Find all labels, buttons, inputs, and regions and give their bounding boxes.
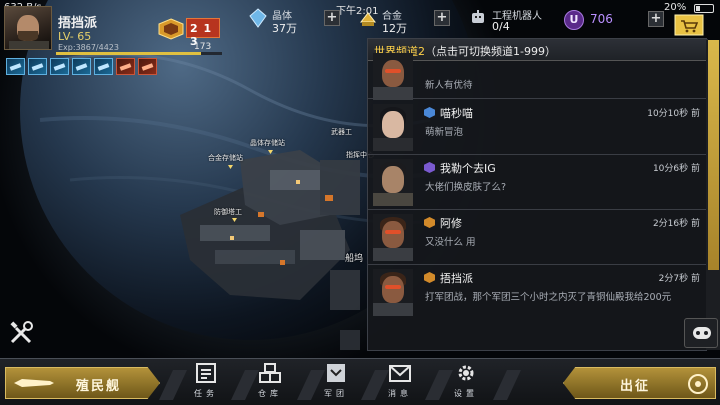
mail-icon <box>389 365 411 382</box>
scroll-thumb[interactable] <box>708 40 719 270</box>
rank-badge-icon <box>158 18 184 40</box>
player-avatar[interactable] <box>4 6 52 50</box>
nav-legion-label: 军团 <box>324 389 348 398</box>
robot-icon <box>472 10 484 23</box>
robot-resource: 工程机器人 0/4 <box>468 4 558 34</box>
sender-avatar[interactable] <box>373 159 413 206</box>
rank-icon <box>424 107 435 118</box>
legion-icon <box>327 364 345 382</box>
alloy-value: 12万 <box>382 22 407 35</box>
sender-name: 喵秒喵 <box>440 107 473 120</box>
message-text: 新人有优待 <box>425 80 473 91</box>
message-text: 大佬们换皮肤了么? <box>425 182 507 193</box>
deploy-button[interactable]: 出征 <box>563 367 716 399</box>
player-exp: Exp:3867/4423 <box>58 43 119 52</box>
crystal-resource: 晶体 37万 <box>248 4 328 35</box>
shop-cart-icon[interactable] <box>674 14 704 36</box>
crystal-icon <box>249 8 267 28</box>
message-time: 2分16秒 前 <box>652 219 700 229</box>
alloy-resource: 合金 12万 <box>358 4 438 35</box>
chat-message[interactable]: 喵秒喵 10分10秒 前 萌新冒泡 <box>368 100 708 155</box>
nav-task[interactable]: 任务 <box>176 360 236 404</box>
chat-scrollbar[interactable] <box>706 40 720 350</box>
message-time: 10分10秒 前 <box>647 109 700 119</box>
nav-mail-label: 消息 <box>388 389 412 398</box>
add-alloy-button[interactable]: + <box>434 10 450 26</box>
sender-name: 阿修 <box>440 217 462 230</box>
colony-ship-button[interactable]: 殖民舰 <box>5 367 160 399</box>
message-time: 2分7秒 前 <box>658 274 700 284</box>
station-label[interactable]: 晶体存储站 <box>250 138 285 148</box>
gem-icon: U <box>564 10 584 30</box>
buff-icon[interactable] <box>6 58 25 75</box>
buff-icon[interactable] <box>138 58 157 75</box>
robot-value: 0/4 <box>492 20 510 33</box>
station-label[interactable]: 合金存储站 <box>208 153 243 163</box>
exp-bar <box>56 52 222 55</box>
message-text: 打军团战，那个军团三个小时之内灭了青铜仙殿我给200元 <box>425 292 672 303</box>
settings-icon <box>458 365 474 381</box>
player-panel[interactable]: 捂挡派 LV- 65 Exp:3867/4423 2 1 3 173 <box>4 6 222 55</box>
alloy-icon <box>359 12 377 26</box>
player-level: LV- 65 <box>58 30 92 43</box>
message-text: 萌新冒泡 <box>425 127 464 138</box>
sender-avatar[interactable] <box>373 53 413 100</box>
chat-message[interactable]: 捂挡派 2分7秒 前 打军团战，那个军团三个小时之内灭了青铜仙殿我给200元 <box>368 265 708 327</box>
crystal-value: 37万 <box>272 22 297 35</box>
rank-icon <box>424 217 435 228</box>
tools-icon[interactable] <box>8 320 34 346</box>
add-gem-button[interactable]: + <box>648 11 664 27</box>
buff-icon[interactable] <box>94 58 113 75</box>
channel-hint: （点击可切换频道1-999） <box>425 45 556 58</box>
player-name: 捂挡派 <box>58 16 98 31</box>
nav-mail[interactable]: 消息 <box>370 360 430 404</box>
nav-settings-label: 设置 <box>454 389 478 398</box>
buff-bar <box>6 58 157 76</box>
chat-message[interactable]: 阿修 2分16秒 前 又没什么 用 <box>368 210 708 265</box>
message-time: 10分6秒 前 <box>652 164 700 174</box>
station-label[interactable]: 武器工 <box>331 127 352 137</box>
chat-message[interactable]: 我勒个去IG 10分6秒 前 大佬们换皮肤了么? <box>368 155 708 210</box>
target-icon <box>688 374 708 394</box>
chat-toggle-icon[interactable] <box>684 318 718 348</box>
sender-avatar[interactable] <box>373 269 413 316</box>
sender-avatar[interactable] <box>373 214 413 261</box>
sender-name: 我勒个去IG <box>440 162 496 175</box>
buff-icon[interactable] <box>28 58 47 75</box>
battery-level: 20% <box>664 2 687 13</box>
chat-panel[interactable]: 世界频道2（点击可切换频道1-999） 新人有优待 喵秒喵 10分10秒 前 萌… <box>367 38 708 351</box>
colony-label: 殖民舰 <box>76 379 122 394</box>
message-text: 又没什么 用 <box>425 237 476 248</box>
battery-icon <box>694 4 714 13</box>
nav-legion[interactable]: 军团 <box>306 360 366 404</box>
station-label[interactable]: 防御塔工 <box>214 207 242 217</box>
nav-warehouse-label: 仓库 <box>258 389 282 398</box>
rank-value: 173 <box>194 42 212 52</box>
rank-icon <box>424 162 435 173</box>
chat-message[interactable]: 新人有优待 <box>368 53 708 100</box>
chat-channel-header[interactable]: 世界频道2（点击可切换频道1-999） <box>368 39 708 61</box>
nav-task-label: 任务 <box>194 389 218 398</box>
task-icon <box>196 363 216 383</box>
deploy-label: 出征 <box>620 379 651 394</box>
buff-icon[interactable] <box>50 58 69 75</box>
rank-box[interactable]: 2 1 3 <box>186 18 220 48</box>
sender-name: 捂挡派 <box>440 272 473 285</box>
nav-warehouse[interactable]: 仓库 <box>240 360 300 404</box>
buff-icon[interactable] <box>116 58 135 75</box>
add-crystal-button[interactable]: + <box>324 10 340 26</box>
warehouse-icon <box>259 363 281 383</box>
nav-settings[interactable]: 设置 <box>436 360 496 404</box>
station-label[interactable]: 船坞 <box>345 251 363 264</box>
buff-icon[interactable] <box>72 58 91 75</box>
rank-icon <box>424 272 435 283</box>
gem-value: 706 <box>590 12 613 26</box>
sender-avatar[interactable] <box>373 104 413 151</box>
ship-icon <box>14 379 54 387</box>
